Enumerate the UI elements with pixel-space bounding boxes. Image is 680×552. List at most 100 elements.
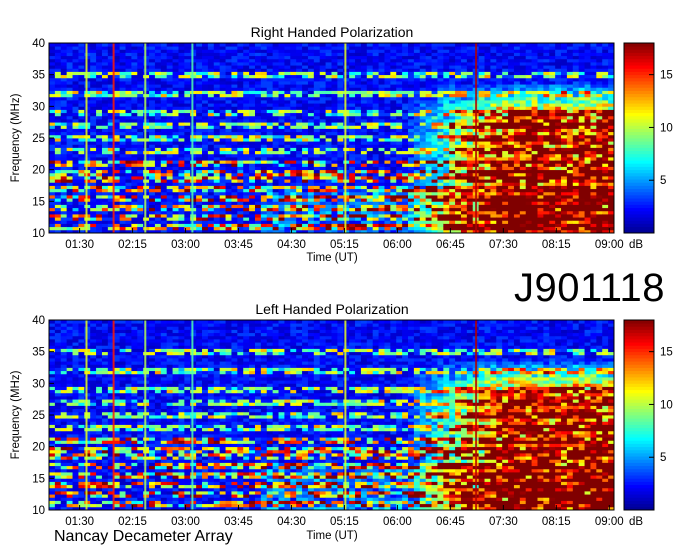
spectrogram-cell [296,160,303,164]
spectrogram-cell [196,204,203,209]
spectrogram-cell [231,122,238,126]
spectrogram-cell [537,226,544,231]
spectrogram-cell [302,71,309,76]
spectrogram-cell [307,134,315,139]
spectrogram-cell [143,169,150,174]
spectrogram-cell [408,198,415,202]
spectrogram-cell [249,112,256,117]
spectrogram-cell [331,141,338,145]
spectrogram-cell [219,131,226,136]
spectrogram-cell [372,106,379,110]
spectrogram-cell [496,223,503,228]
spectrogram-cell [402,68,409,72]
spectrogram-cell [260,214,268,218]
spectrogram-cell [154,217,162,221]
spectrogram-cell [296,220,303,224]
spectrogram-cell [284,74,291,79]
spectrogram-cell [184,74,191,79]
spectrogram-cell [278,182,285,186]
spectrogram-cell [319,179,327,183]
spectrogram-cell [243,106,250,110]
spectrogram-cell [519,141,527,145]
spectrogram-cell [272,198,279,202]
spectrogram-cell [96,195,103,199]
spectrogram-cell [502,131,509,136]
spectrogram-cell [213,172,221,177]
spectrogram-cell [72,71,79,76]
spectrogram-cell [213,141,221,145]
spectrogram-cell [337,220,344,224]
spectrogram-cell [325,93,332,98]
spectrogram-cell [525,100,533,104]
spectrogram-cell [149,188,156,193]
spectrogram-cell [484,201,491,205]
spectrogram-cell [249,226,256,231]
spectrogram-cell [490,68,497,72]
spectrogram-cell [172,84,179,88]
spectrogram-cell [413,172,421,177]
spectrogram-cell [513,144,521,148]
spectrogram-cell [196,160,203,164]
spectrogram-cell [101,150,109,155]
spectrogram-cell [419,109,427,114]
spectrogram-cell [490,157,497,161]
spectrogram-cell [513,62,521,66]
spectrogram-cell [443,77,450,82]
spectrogram-cell [355,179,362,183]
spectrogram-cell [166,81,173,85]
spectrogram-cell [237,125,244,129]
spectrogram-cell [437,131,444,136]
spectrogram-cell [237,138,244,142]
spectrogram-cell [508,191,515,196]
spectrogram-cell [402,191,409,196]
spectrogram-cell [525,220,533,224]
spectrogram-cell [466,55,474,60]
spectrogram-cell [149,103,156,107]
spectrogram-cell [249,119,256,123]
spectrogram-cell [131,169,138,174]
spectrogram-cell [266,125,274,129]
spectrogram-cell [443,144,450,148]
spectrogram-cell [101,160,109,164]
spectrogram-cell [119,109,126,114]
spectrogram-cell [502,125,509,129]
spectrogram-cell [331,112,338,117]
spectrogram-cell [449,172,456,177]
spectrogram-cell [49,210,56,215]
spectrogram-cell [460,84,468,88]
spectrogram-cell [249,68,256,72]
spectrogram-cell [131,43,138,47]
spectrogram-cell [119,195,126,199]
spectrogram-cell [313,185,321,190]
spectrogram-cell [425,150,432,155]
spectrogram-cell [202,134,209,139]
spectrogram-cell [531,207,538,212]
spectrogram-cell [237,147,244,152]
spectrogram-cell [96,214,103,218]
spectrogram-cell [90,68,97,72]
spectrogram-cell [225,166,232,171]
spectrogram-cell [460,106,468,110]
spectrogram-cell [419,195,427,199]
spectrogram-cell [531,74,538,79]
spectrogram-cell [513,96,521,101]
spectrogram-cell [449,96,456,101]
spectrogram-cell [272,43,279,47]
spectrogram-cell [490,128,497,133]
spectrogram-cell [219,191,226,196]
spectrogram-cell [378,166,385,171]
spectrogram-cell [431,46,438,50]
spectrogram-cell [113,112,121,117]
spectrogram-cell [443,195,450,199]
spectrogram-cell [260,207,268,212]
spectrogram-cell [496,176,503,180]
spectrogram-cell [278,43,285,47]
spectrogram-cell [355,55,362,60]
spectrogram-cell [307,131,315,136]
spectrogram-cell [402,210,409,215]
spectrogram-cell [96,100,103,104]
spectrogram-cell [531,134,538,139]
spectrogram-cell [378,55,385,60]
spectrogram-cell [443,90,450,95]
spectrogram-cell [419,147,427,152]
